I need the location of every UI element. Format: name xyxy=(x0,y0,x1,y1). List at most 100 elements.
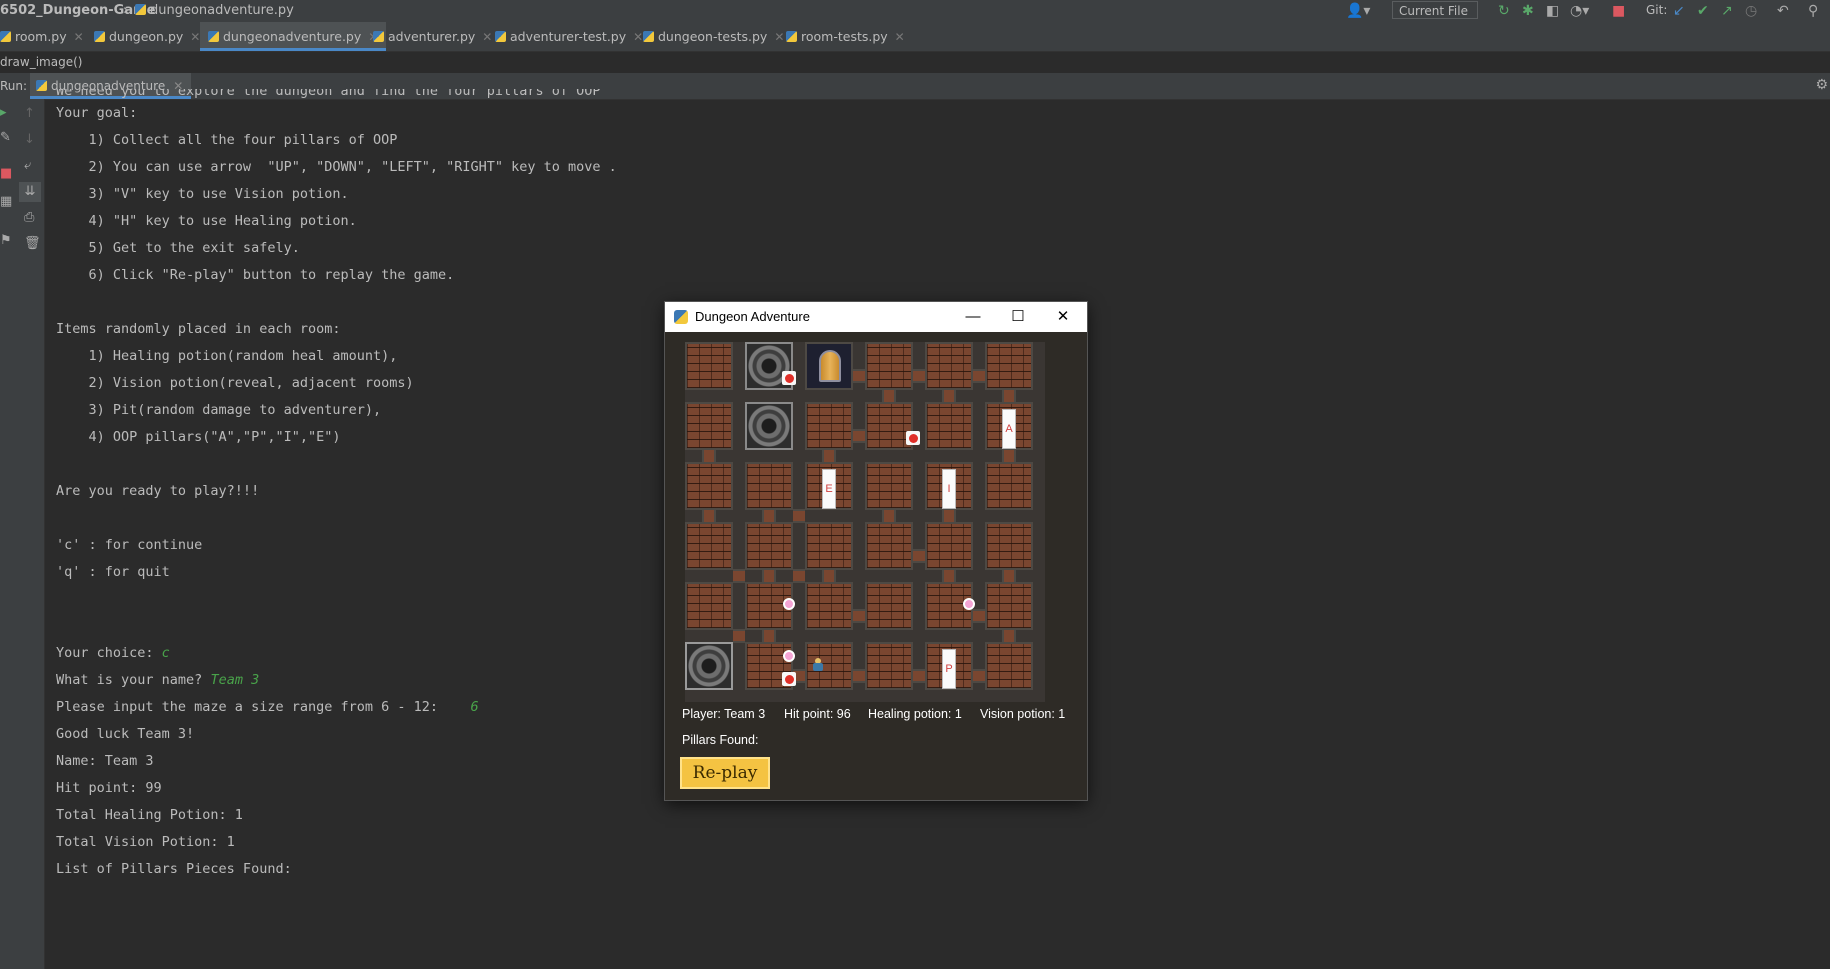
passage xyxy=(882,510,896,522)
console-line: 2) You can use arrow "UP", "DOWN", "LEFT… xyxy=(56,159,617,175)
tab-dungeon-tests[interactable]: dungeon-tests.py ✕ xyxy=(643,22,784,51)
stop-icon[interactable]: ■ xyxy=(0,167,12,181)
passage xyxy=(762,630,776,642)
close-icon[interactable]: ✕ xyxy=(74,30,84,44)
console-line: Name: Team 3 xyxy=(56,753,154,769)
dungeon-window-titlebar[interactable]: Dungeon Adventure — ☐ ✕ xyxy=(665,302,1087,332)
name-prompt: What is your name? xyxy=(56,672,211,688)
rollback-icon[interactable]: ↶ xyxy=(1777,2,1789,20)
file-breadcrumb-label: dungeonadventure.py xyxy=(150,3,294,18)
profile-icon[interactable]: ◔▾ xyxy=(1570,2,1589,20)
console-line: Total Healing Potion: 1 xyxy=(56,807,243,823)
tab-dungeon[interactable]: dungeon.py ✕ xyxy=(94,22,200,51)
passage xyxy=(913,369,925,383)
python-file-icon xyxy=(643,31,654,42)
scroll-to-end-icon[interactable]: ⇊ xyxy=(19,182,41,202)
room xyxy=(805,402,853,450)
search-icon[interactable]: ⚲ xyxy=(1808,2,1818,20)
console-line: 1) Collect all the four pillars of OOP xyxy=(56,132,398,148)
room xyxy=(865,582,913,630)
pin-icon[interactable]: ⚑ xyxy=(0,234,12,248)
passage xyxy=(853,429,865,443)
git-push-icon[interactable]: ↗ xyxy=(1721,2,1733,20)
console-line: 3) "V" key to use Vision potion. xyxy=(56,186,349,202)
dungeon-window: Dungeon Adventure — ☐ ✕ A E I P Player: … xyxy=(665,302,1087,800)
passage xyxy=(973,609,985,623)
arrow-up-icon[interactable]: ↑ xyxy=(24,107,35,121)
room xyxy=(745,522,793,570)
tab-room-tests[interactable]: room-tests.py ✕ xyxy=(786,22,905,51)
maximize-button[interactable]: ☐ xyxy=(998,305,1038,329)
arrow-down-icon[interactable]: ↓ xyxy=(24,133,35,147)
console-line: 4) OOP pillars("A","P","I","E") xyxy=(56,429,341,445)
pillar-p: P xyxy=(942,649,956,689)
tab-adventurer-test[interactable]: adventurer-test.py ✕ xyxy=(495,22,643,51)
debug-icon[interactable]: ✱ xyxy=(1522,2,1534,20)
rerun-icon[interactable]: ↻ xyxy=(1498,2,1510,20)
room xyxy=(805,582,853,630)
console-line: List of Pillars Pieces Found: xyxy=(56,861,292,877)
size-line: Please input the maze a size range from … xyxy=(56,697,479,717)
size-input: 6 xyxy=(470,699,479,715)
user-icon[interactable]: 👤▾ xyxy=(1346,2,1370,20)
editor-breadcrumb[interactable]: draw_image() xyxy=(0,52,1830,73)
passage xyxy=(702,450,716,462)
soft-wrap-icon[interactable]: ⤶ xyxy=(24,159,31,173)
choice-prompt: Your choice: xyxy=(56,645,162,661)
trash-icon[interactable]: 🗑 xyxy=(24,237,41,251)
passage xyxy=(913,549,925,563)
print-icon[interactable]: ⎙ xyxy=(24,211,34,225)
wrench-icon[interactable]: ✎ xyxy=(0,131,11,145)
python-file-icon xyxy=(208,31,219,42)
git-commit-icon[interactable]: ✔ xyxy=(1697,2,1709,20)
console-line: Items randomly placed in each room: xyxy=(56,321,341,337)
minimize-button[interactable]: — xyxy=(953,305,993,329)
python-file-icon xyxy=(36,80,47,91)
close-icon[interactable]: ✕ xyxy=(633,30,643,44)
close-icon[interactable]: ✕ xyxy=(190,30,200,44)
history-icon[interactable]: ◷ xyxy=(1745,2,1757,20)
passage xyxy=(973,369,985,383)
room xyxy=(865,342,913,390)
healing-potion-count: Healing potion: 1 xyxy=(868,707,962,721)
room xyxy=(865,462,913,510)
size-prompt: Please input the maze a size range from … xyxy=(56,699,471,715)
room xyxy=(685,522,733,570)
tab-dungeonadventure[interactable]: dungeonadventure.py✕ xyxy=(200,22,387,51)
file-breadcrumb[interactable]: dungeonadventure.py xyxy=(135,3,294,18)
passage xyxy=(882,390,896,402)
tab-room[interactable]: room.py ✕ xyxy=(0,22,84,51)
python-file-icon xyxy=(0,31,11,42)
room xyxy=(925,522,973,570)
stop-icon[interactable]: ■ xyxy=(1612,2,1625,20)
window-title: Dungeon Adventure xyxy=(695,309,810,324)
git-update-icon[interactable]: ↙ xyxy=(1673,2,1685,20)
gear-icon[interactable]: ⚙ xyxy=(1815,77,1828,93)
choice-input: c xyxy=(161,645,170,661)
room xyxy=(985,462,1033,510)
project-name[interactable]: 6502_Dungeon-Game xyxy=(0,3,156,18)
passage xyxy=(1002,390,1016,402)
close-icon[interactable]: ✕ xyxy=(774,30,784,44)
close-button[interactable]: ✕ xyxy=(1043,305,1083,329)
dungeon-maze[interactable]: A E I P xyxy=(685,342,1045,702)
name-line: What is your name? Team 3 xyxy=(56,670,259,690)
run-config-select[interactable]: Current File ▼ xyxy=(1392,1,1478,36)
replay-button[interactable]: Re-play xyxy=(680,757,770,789)
tab-label: dungeon.py xyxy=(109,29,184,44)
passage xyxy=(793,509,805,523)
passage xyxy=(913,669,925,683)
rerun-icon[interactable]: ▸ xyxy=(0,106,7,120)
python-file-icon xyxy=(94,31,105,42)
coverage-icon[interactable]: ◧ xyxy=(1546,2,1559,20)
healing-potion-icon xyxy=(782,672,796,686)
vision-potion-count: Vision potion: 1 xyxy=(980,707,1066,721)
run-toolbar: ▸ ↑ ✎ ↓ ■ ⤶ ⇊ ▦ ⎙ ⚑ 🗑 xyxy=(0,99,45,969)
tab-adventurer[interactable]: adventurer.py ✕ xyxy=(373,22,492,51)
layout-icon[interactable]: ▦ xyxy=(0,195,12,209)
python-icon xyxy=(674,310,688,324)
vision-potion-icon xyxy=(963,598,975,610)
close-icon[interactable]: ✕ xyxy=(895,30,905,44)
python-file-icon xyxy=(495,31,506,42)
close-icon[interactable]: ✕ xyxy=(482,30,492,44)
